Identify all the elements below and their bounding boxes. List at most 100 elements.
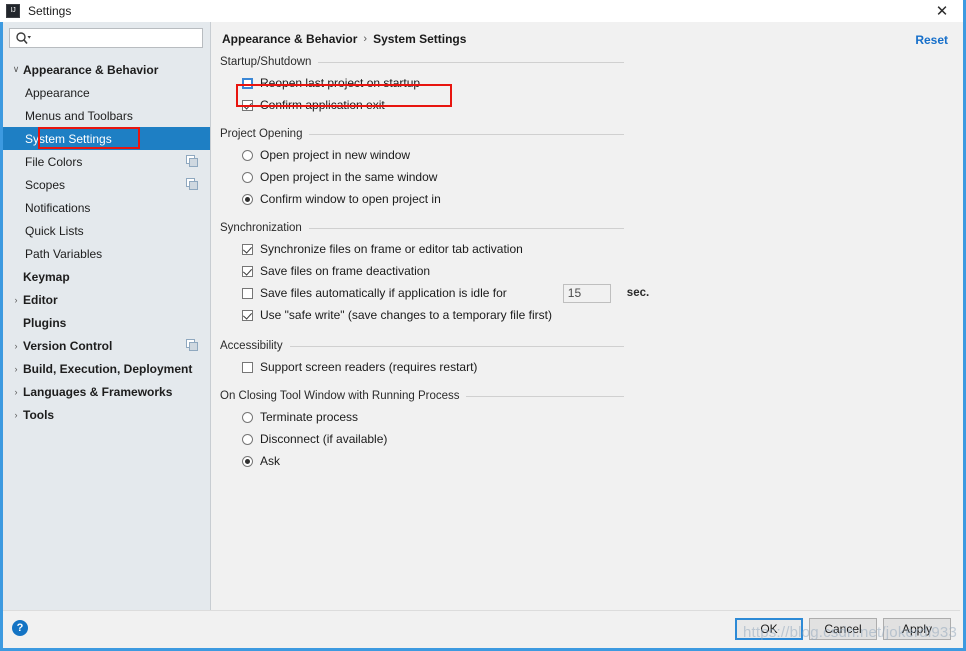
sidebar-item-label: Quick Lists [25, 223, 84, 238]
chevron-icon[interactable]: › [9, 341, 23, 351]
section-title: Accessibility [220, 340, 283, 352]
section-accessibility: Accessibility Support screen readers (req… [212, 340, 960, 378]
checkbox-indicator[interactable] [242, 243, 253, 255]
sidebar-item-scopes[interactable]: Scopes [3, 173, 210, 196]
radio-indicator[interactable] [242, 433, 253, 445]
sidebar-item-label: Appearance & Behavior [23, 62, 159, 77]
section-divider [308, 227, 624, 229]
option-label: Ask [260, 454, 281, 468]
sidebar-item-notifications[interactable]: Notifications [3, 196, 210, 219]
checkbox-reopen-last-project-on-startup[interactable]: Reopen last project on startup [212, 72, 960, 94]
sidebar-item-keymap[interactable]: Keymap [3, 265, 210, 288]
checkbox-save-files-on-frame-deactivation[interactable]: Save files on frame deactivation [212, 260, 960, 282]
checkbox-indicator[interactable] [242, 309, 253, 321]
radio-terminate-process[interactable]: Terminate process [212, 406, 960, 428]
checkbox-save-files-automatically-if-application-is-idl[interactable]: Save files automatically if application … [212, 282, 960, 304]
chevron-icon[interactable]: › [9, 364, 23, 374]
sidebar-item-appearance[interactable]: Appearance [3, 81, 210, 104]
checkbox-confirm-application-exit[interactable]: Confirm application exit [212, 94, 960, 116]
option-label: Terminate process [260, 410, 359, 424]
sidebar-item-label: Languages & Frameworks [23, 384, 173, 399]
checkbox-support-screen-readers-requires-restart[interactable]: Support screen readers (requires restart… [212, 356, 960, 378]
option-label: Confirm window to open project in [260, 192, 441, 206]
sidebar-item-label: System Settings [25, 131, 112, 146]
section-divider [309, 133, 624, 135]
option-label: Disconnect (if available) [260, 432, 388, 446]
sidebar-item-plugins[interactable]: Plugins [3, 311, 210, 334]
intellij-idea-icon [6, 4, 20, 18]
option-label: Confirm application exit [260, 98, 385, 112]
ok-button[interactable]: OK [735, 618, 803, 640]
sidebar-item-file-colors[interactable]: File Colors [3, 150, 210, 173]
settings-main-panel: Appearance & Behavior › System Settings … [212, 22, 960, 613]
option-label: Reopen last project on startup [260, 76, 421, 90]
help-icon[interactable]: ? [12, 620, 28, 636]
radio-indicator[interactable] [242, 149, 253, 161]
chevron-icon[interactable]: › [9, 387, 23, 397]
checkbox-indicator[interactable] [242, 361, 253, 373]
checkbox-synchronize-files-on-frame-or-editor-tab-activ[interactable]: Synchronize files on frame or editor tab… [212, 238, 960, 260]
section-title: Startup/Shutdown [220, 56, 312, 68]
chevron-icon[interactable]: › [9, 410, 23, 420]
search-input[interactable] [32, 32, 192, 44]
window-title: Settings [28, 4, 72, 18]
close-icon[interactable]: ✕ [929, 1, 955, 21]
radio-open-project-in-new-window[interactable]: Open project in new window [212, 144, 960, 166]
apply-button[interactable]: Apply [883, 618, 951, 640]
section-project-opening: Project Opening Open project in new windo… [212, 128, 960, 210]
section-startup-shutdown: Startup/Shutdown Reopen last project on s… [212, 56, 960, 116]
radio-indicator[interactable] [242, 193, 253, 205]
radio-open-project-in-the-same-window[interactable]: Open project in the same window [212, 166, 960, 188]
sidebar-item-path-variables[interactable]: Path Variables [3, 242, 210, 265]
chevron-icon[interactable]: › [9, 295, 23, 305]
sidebar-item-label: Scopes [25, 177, 66, 192]
sidebar-item-menus-and-toolbars[interactable]: Menus and Toolbars [3, 104, 210, 127]
footer-buttons: OK Cancel Apply [735, 618, 951, 640]
reset-link[interactable]: Reset [915, 33, 948, 47]
sidebar-item-editor[interactable]: › Editor [3, 288, 210, 311]
option-label: Save files on frame deactivation [260, 264, 431, 278]
option-label: Open project in the same window [260, 170, 438, 184]
radio-disconnect-if-available[interactable]: Disconnect (if available) [212, 428, 960, 450]
sidebar-item-build-execution-deployment[interactable]: › Build, Execution, Deployment [3, 357, 210, 380]
sidebar-item-tools[interactable]: › Tools [3, 403, 210, 426]
checkbox-indicator[interactable] [242, 77, 253, 89]
radio-ask[interactable]: Ask [212, 450, 960, 472]
search-box[interactable] [9, 28, 203, 48]
section-on-closing-tool-window-with-running-process: On Closing Tool Window with Running Proc… [212, 390, 960, 472]
copy-settings-icon [186, 155, 198, 167]
radio-confirm-window-to-open-project-in[interactable]: Confirm window to open project in [212, 188, 960, 210]
radio-indicator[interactable] [242, 171, 253, 183]
sidebar-item-label: Plugins [23, 315, 67, 330]
breadcrumb-root[interactable]: Appearance & Behavior [222, 32, 357, 46]
section-header: Startup/Shutdown [212, 56, 960, 68]
sidebar-item-label: Tools [23, 407, 55, 422]
cancel-button[interactable]: Cancel [809, 618, 877, 640]
section-header: Accessibility [212, 340, 960, 352]
sidebar-item-system-settings[interactable]: ›System Settings [3, 127, 210, 150]
section-title: Project Opening [220, 128, 303, 140]
checkbox-indicator[interactable] [242, 287, 253, 299]
sidebar-item-appearance-behavior[interactable]: ∨ Appearance & Behavior [3, 58, 210, 81]
option-label: Open project in new window [260, 148, 411, 162]
breadcrumb: Appearance & Behavior › System Settings [222, 32, 466, 46]
checkbox-indicator[interactable] [242, 99, 253, 111]
section-header: Project Opening [212, 128, 960, 140]
chevron-icon[interactable]: ∨ [9, 64, 23, 75]
sidebar-item-label: Build, Execution, Deployment [23, 361, 193, 376]
sidebar-item-version-control[interactable]: › Version Control [3, 334, 210, 357]
checkbox-indicator[interactable] [242, 265, 253, 277]
sidebar-item-quick-lists[interactable]: Quick Lists [3, 219, 210, 242]
sidebar-item-label: Notifications [25, 200, 91, 215]
settings-dialog: Settings ✕ ∨Appearance & BehaviorAppeara… [0, 0, 966, 651]
radio-indicator[interactable] [242, 411, 253, 423]
search-icon [15, 31, 31, 45]
radio-indicator[interactable] [242, 455, 253, 467]
idle-seconds-input[interactable] [562, 283, 611, 303]
idle-seconds-unit-label: sec. [626, 287, 650, 299]
sidebar-item-languages-frameworks[interactable]: › Languages & Frameworks [3, 380, 210, 403]
option-label: Use "safe write" (save changes to a temp… [260, 308, 552, 322]
checkbox-use-safe-write-save-changes-to-a-temporary-fil[interactable]: Use "safe write" (save changes to a temp… [212, 304, 960, 326]
section-header: Synchronization [212, 222, 960, 234]
sidebar-item-label: Menus and Toolbars [25, 108, 133, 123]
